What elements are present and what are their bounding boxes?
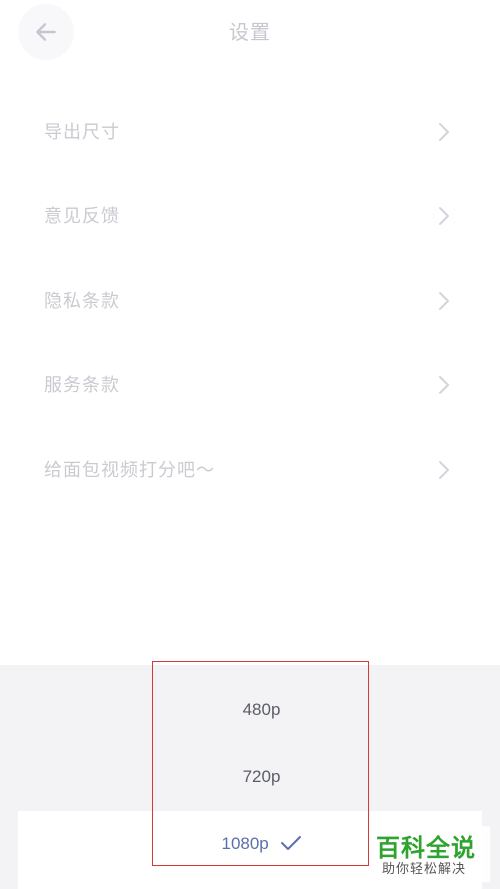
settings-item-rate-app[interactable]: 给面包视频打分吧～ [0, 428, 500, 512]
page-title: 设置 [229, 20, 271, 44]
settings-item-label: 意见反馈 [44, 206, 120, 227]
settings-item-feedback[interactable]: 意见反馈 [0, 174, 500, 258]
chevron-right-icon [439, 207, 449, 225]
resolution-option-label: 1080p [221, 834, 269, 853]
settings-item-label: 隐私条款 [44, 291, 120, 312]
settings-page: 设置 导出尺寸 意见反馈 隐私条款 服务条款 给面包视频打分吧～ 480p 72… [0, 0, 500, 889]
settings-item-terms[interactable]: 服务条款 [0, 343, 500, 427]
resolution-option-1080p[interactable]: 1080p [153, 834, 370, 854]
settings-item-label: 服务条款 [44, 375, 120, 396]
settings-item-export-size[interactable]: 导出尺寸 [0, 90, 500, 174]
settings-item-privacy[interactable]: 隐私条款 [0, 259, 500, 343]
checkmark-icon [280, 835, 301, 850]
chevron-right-icon [439, 292, 449, 310]
watermark-logo: 百科全说 助你轻松解决 [370, 826, 490, 882]
resolution-option-720p[interactable]: 720p [153, 767, 370, 787]
settings-item-label: 导出尺寸 [44, 122, 120, 143]
chevron-right-icon [439, 376, 449, 394]
watermark-sub-text: 助你轻松解决 [382, 862, 467, 877]
settings-item-label: 给面包视频打分吧～ [44, 460, 215, 481]
chevron-right-icon [439, 123, 449, 141]
resolution-option-480p[interactable]: 480p [153, 700, 370, 720]
chevron-right-icon [439, 461, 449, 479]
